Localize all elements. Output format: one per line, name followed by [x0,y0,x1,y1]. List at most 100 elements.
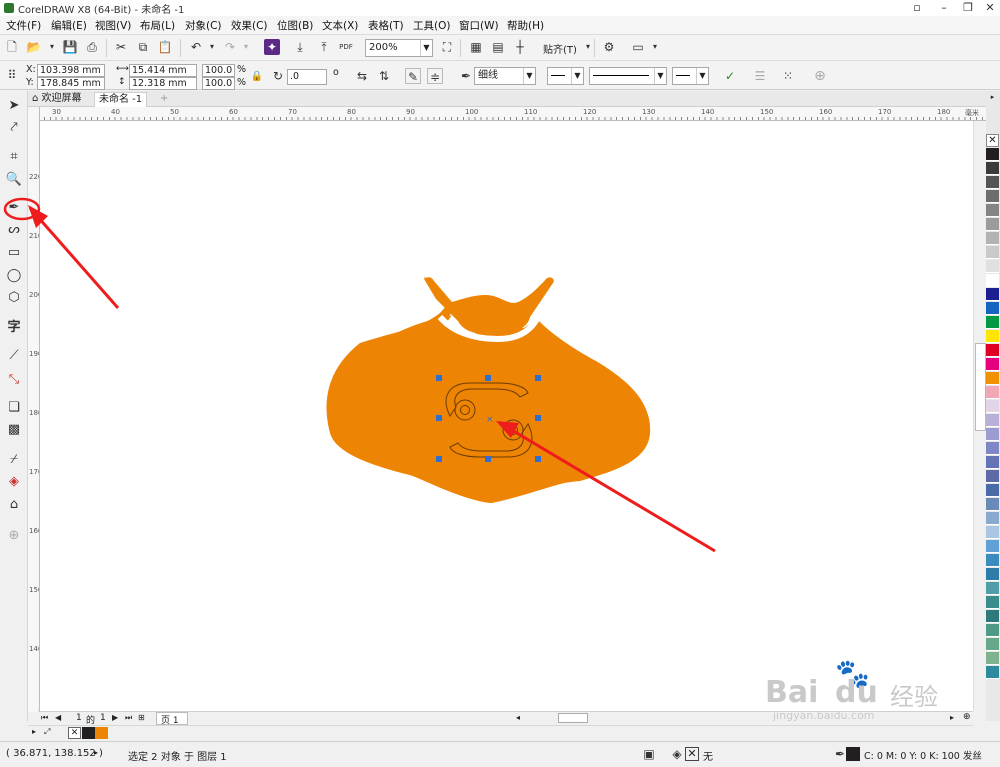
palette-swatch[interactable] [986,162,999,175]
search-content-icon[interactable]: ✦ [264,39,280,55]
add-tool-icon[interactable]: ⊕ [5,527,23,545]
freehand-pen-tool-icon[interactable]: ✒ [5,199,23,217]
polygon-tool-icon[interactable]: ⬡ [5,289,23,307]
new-tab-button[interactable]: + [156,92,172,107]
palette-swatch[interactable] [986,540,999,553]
palette-swatch[interactable] [986,358,999,371]
doc-black-swatch[interactable] [82,727,95,739]
palette-swatch[interactable] [986,288,999,301]
undo-dropdown-icon[interactable]: ▾ [204,39,220,55]
redo-dropdown-icon[interactable]: ▾ [238,39,254,55]
export-icon[interactable]: ⤒ [316,39,332,55]
artistic-media-tool-icon[interactable]: ᔕ [5,221,23,239]
no-color-swatch[interactable]: ✕ [986,134,999,147]
height-field[interactable]: 12.318 mm [129,77,197,90]
doc-no-color-swatch[interactable]: ✕ [68,727,81,739]
menu-tools[interactable]: 工具(O) [413,18,450,33]
palette-swatch[interactable] [986,512,999,525]
palette-swatch[interactable] [986,610,999,623]
parallel-dimension-tool-icon[interactable]: ⟋ [5,347,23,365]
palette-swatch[interactable] [986,316,999,329]
menu-effects[interactable]: 效果(C) [231,18,268,33]
end-arrowhead-select[interactable]: ▼ [672,67,709,85]
palette-swatch[interactable] [986,344,999,357]
mirror-vertical-icon[interactable]: ⇅ [376,68,392,84]
outline-color-swatch[interactable] [846,747,860,761]
palette-swatch[interactable] [986,218,999,231]
fill-none-swatch[interactable]: ✕ [685,747,699,761]
import-icon[interactable]: ⤓ [292,39,308,55]
menu-file[interactable]: 文件(F) [6,18,41,33]
horizontal-ruler[interactable]: 30 40 50 60 70 80 90 100 110 120 130 140… [38,107,988,121]
palette-swatch[interactable] [986,554,999,567]
print-icon[interactable]: ⎙ [84,39,100,55]
scroll-left-icon[interactable]: ◂ [516,713,520,722]
selection-handle[interactable] [436,375,442,381]
next-page-icon[interactable]: ▶ [112,713,118,722]
connector-tool-icon[interactable]: ⤡ [5,371,23,389]
menu-window[interactable]: 窗口(W) [459,18,499,33]
menu-edit[interactable]: 编辑(E) [51,18,87,33]
quick-customize-icon[interactable]: ⁙ [780,68,796,84]
scale-y-field[interactable]: 100.0 [202,77,235,90]
crop-tool-icon[interactable]: ⌗ [5,148,23,166]
horizontal-scrollbar-thumb[interactable] [558,713,588,723]
selection-handle[interactable] [436,415,442,421]
pick-tool-icon[interactable]: ➤ [5,97,23,115]
palette-swatch[interactable] [986,498,999,511]
palette-swatch[interactable] [986,190,999,203]
smart-fill-tool-icon[interactable]: ⌂ [5,496,23,514]
palette-swatch[interactable] [986,274,999,287]
tab-untitled-1[interactable]: 未命名 -1 [94,92,148,107]
menu-table[interactable]: 表格(T) [368,18,404,33]
show-rulers-icon[interactable]: ▦ [468,39,484,55]
palette-swatch[interactable] [986,414,999,427]
shape-tool-icon[interactable]: ⤤ [5,119,23,137]
palette-swatch[interactable] [986,470,999,483]
palette-swatch[interactable] [986,456,999,469]
palette-swatch[interactable] [986,638,999,651]
selection-handle[interactable] [436,456,442,462]
palette-swatch[interactable] [986,176,999,189]
outline-pen-icon[interactable]: ✒ [458,68,474,84]
palette-swatch[interactable] [986,400,999,413]
show-guidelines-icon[interactable]: ┼ [512,39,528,55]
palette-swatch[interactable] [986,260,999,273]
last-page-icon[interactable]: ⏭ [125,713,132,723]
copy-icon[interactable]: ⧉ [135,39,151,55]
palette-swatch[interactable] [986,526,999,539]
current-page-number[interactable]: 1 [76,713,82,723]
scrollbar-thumb[interactable] [975,343,986,431]
menu-layout[interactable]: 布局(L) [140,18,175,33]
menu-object[interactable]: 对象(C) [185,18,222,33]
selection-handle[interactable] [485,456,491,462]
paste-icon[interactable]: 📋 [157,39,173,55]
interactive-fill-tool-icon[interactable]: ◈ [5,473,23,491]
save-icon[interactable]: 💾 [62,39,78,55]
selection-handle[interactable] [535,415,541,421]
color-proof-icon[interactable]: ▣ [641,746,657,762]
palette-swatch[interactable] [986,652,999,665]
menu-view[interactable]: 视图(V) [95,18,131,33]
selection-handle[interactable] [535,456,541,462]
y-position-field[interactable]: 178.845 mm [37,77,105,90]
rotate-icon[interactable]: ↻ [270,68,286,84]
doc-orange-swatch[interactable] [95,727,108,739]
add-icon[interactable]: ⊕ [812,68,828,84]
page-1-tab[interactable]: 页 1 [156,712,188,726]
drop-shadow-tool-icon[interactable]: ❏ [5,399,23,417]
palette-swatch[interactable] [986,302,999,315]
doc-palette-eyedropper-icon[interactable]: ⤢ [44,727,50,737]
palette-swatch[interactable] [986,568,999,581]
palette-swatch[interactable] [986,624,999,637]
width-field[interactable]: 15.414 mm [129,64,197,77]
transparency-tool-icon[interactable]: ▩ [5,421,23,439]
open-dropdown-icon[interactable]: ▾ [44,39,60,55]
eyedropper-tool-icon[interactable]: ⌿ [5,451,23,469]
palette-swatch[interactable] [986,666,999,679]
mirror-horizontal-icon[interactable]: ⇆ [354,68,370,84]
previous-page-icon[interactable]: ◀ [55,713,61,722]
zoom-tool-icon[interactable]: 🔍 [5,171,23,189]
first-page-icon[interactable]: ⏮ [41,713,48,723]
wrap-text-icon[interactable]: ☰ [752,68,768,84]
